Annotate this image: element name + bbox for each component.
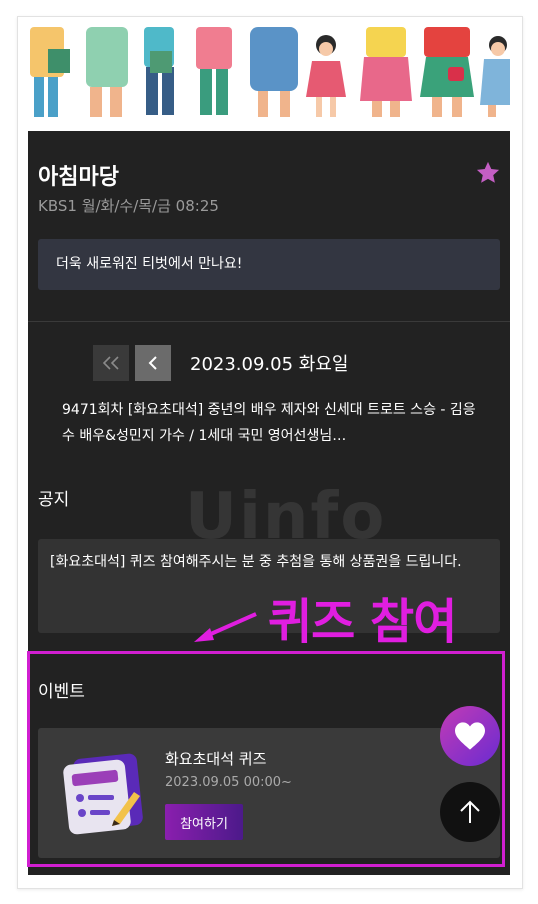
broadcast-date: 2023.09.05 화요일 xyxy=(190,354,349,375)
promo-banner: 더욱 새로워진 티벗에서 만나요! xyxy=(38,239,500,290)
callout-arrow-icon xyxy=(194,612,257,642)
event-highlight-box xyxy=(27,651,505,867)
quiz-callout-label: 퀴즈 참여 xyxy=(268,594,457,650)
star-icon[interactable] xyxy=(474,159,502,187)
people-illustration xyxy=(28,27,510,131)
program-title: 아침마당 xyxy=(38,165,119,190)
chevron-left-icon xyxy=(148,356,157,370)
program-schedule: KBS1 월/화/수/목/금 08:25 xyxy=(38,197,219,215)
watermark: Uinfo xyxy=(185,480,387,554)
double-chevron-left-icon xyxy=(102,356,119,370)
notice-heading: 공지 xyxy=(38,490,70,510)
date-navigation: 2023.09.05 화요일 xyxy=(28,345,510,381)
first-date-button[interactable] xyxy=(93,345,129,381)
episode-description[interactable]: 9471회차 [화요초대석] 중년의 배우 제자와 신세대 트로트 스승 - 김… xyxy=(62,397,482,449)
hero-illustration xyxy=(28,27,510,131)
section-divider xyxy=(28,321,510,322)
previous-date-button[interactable] xyxy=(135,345,171,381)
